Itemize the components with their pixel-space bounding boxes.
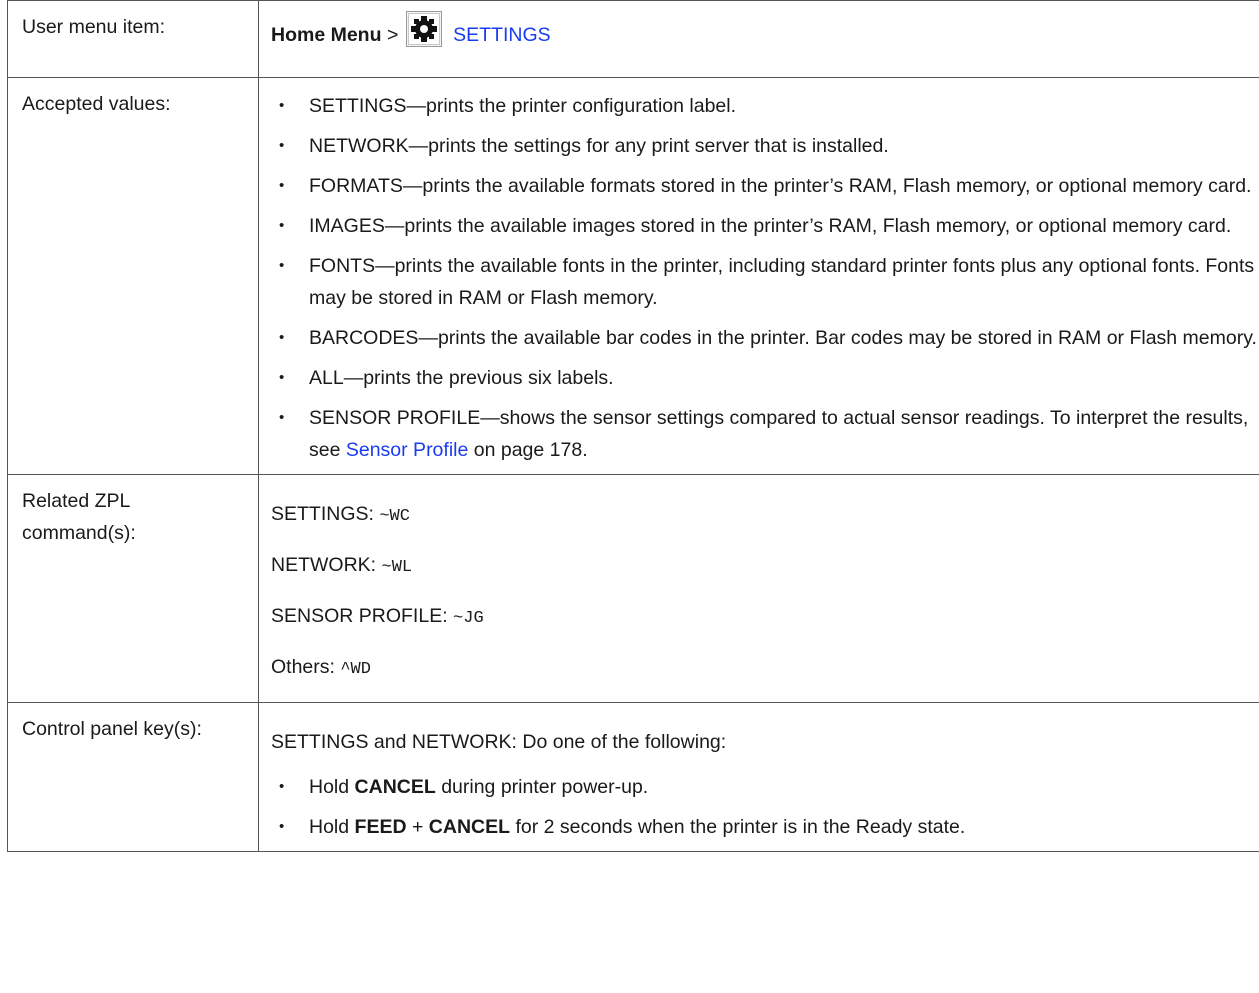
row-label: Related ZPL command(s):: [22, 490, 136, 544]
command-name: NETWORK:: [271, 554, 382, 576]
row-label-cell: Control panel key(s):: [7, 702, 259, 852]
key-name: CANCEL: [354, 776, 436, 798]
row-label: Accepted values:: [22, 93, 171, 115]
table-row-control-panel: Control panel key(s): SETTINGS and NETWO…: [7, 702, 1259, 852]
command-name: SENSOR PROFILE:: [271, 605, 454, 627]
table-row-user-menu: User menu item: Home Menu > SETTINGS: [7, 0, 1259, 78]
list-item: BARCODES—prints the available bar codes …: [271, 322, 1259, 354]
key-name: CANCEL: [428, 816, 511, 838]
item-text: for 2 seconds when the printer is in the…: [510, 816, 966, 838]
command-name: Others:: [271, 656, 341, 678]
command-name: SETTINGS:: [271, 503, 380, 525]
command-code: ~WL: [381, 558, 413, 577]
zpl-command-line: SENSOR PROFILE: ~JG: [271, 600, 1259, 635]
sensor-item-suffix: on page 178.: [468, 439, 588, 461]
accepted-values-list: SETTINGS—prints the printer configuratio…: [271, 90, 1259, 466]
settings-table: User menu item: Home Menu > SETTINGS Acc…: [7, 0, 1259, 852]
gear-icon: [405, 11, 442, 47]
row-label: Control panel key(s):: [22, 718, 202, 740]
item-text: during printer power-up.: [435, 776, 649, 798]
list-item: SETTINGS—prints the printer configuratio…: [271, 90, 1259, 122]
list-item: Hold FEED + CANCEL for 2 seconds when th…: [271, 811, 1259, 843]
key-name: FEED: [354, 816, 407, 838]
zpl-command-line: SETTINGS: ~WC: [271, 498, 1259, 533]
item-text: Hold: [309, 816, 355, 838]
row-value-cell: SETTINGS—prints the printer configuratio…: [258, 77, 1259, 475]
list-item: FORMATS—prints the available formats sto…: [271, 170, 1259, 202]
control-panel-list: Hold CANCEL during printer power-up. Hol…: [271, 771, 1259, 843]
list-item: ALL—prints the previous six labels.: [271, 362, 1259, 394]
zpl-command-line: NETWORK: ~WL: [271, 549, 1259, 584]
list-item: NETWORK—prints the settings for any prin…: [271, 130, 1259, 162]
menu-separator: >: [386, 24, 399, 46]
control-panel-intro: SETTINGS and NETWORK: Do one of the foll…: [271, 731, 727, 753]
home-menu-label: Home Menu: [271, 24, 382, 46]
row-label-cell: User menu item:: [7, 0, 259, 78]
list-item: IMAGES—prints the available images store…: [271, 210, 1259, 242]
row-value-cell: SETTINGS: ~WC NETWORK: ~WL SENSOR PROFIL…: [258, 474, 1259, 703]
row-label-cell: Accepted values:: [7, 77, 259, 475]
item-text: +: [406, 816, 429, 838]
command-code: ~WC: [379, 507, 410, 526]
row-value-cell: SETTINGS and NETWORK: Do one of the foll…: [258, 702, 1259, 852]
zpl-command-line: Others: ^WD: [271, 651, 1259, 686]
list-item: FONTS—prints the available fonts in the …: [271, 250, 1259, 314]
table-row-accepted-values: Accepted values: SETTINGS—prints the pri…: [7, 77, 1259, 475]
command-code: ~JG: [453, 609, 484, 628]
sensor-profile-link[interactable]: Sensor Profile: [346, 439, 468, 461]
menu-path: Home Menu > SETTINGS: [271, 11, 1259, 55]
row-label-cell: Related ZPL command(s):: [7, 474, 259, 703]
settings-link[interactable]: SETTINGS: [453, 24, 551, 46]
list-item: Hold CANCEL during printer power-up.: [271, 771, 1259, 803]
command-code: ^WD: [340, 660, 371, 679]
table-row-zpl-commands: Related ZPL command(s): SETTINGS: ~WC NE…: [7, 474, 1259, 703]
list-item-sensor-profile: SENSOR PROFILE—shows the sensor settings…: [271, 402, 1259, 466]
row-value-cell: Home Menu > SETTINGS: [258, 0, 1259, 78]
item-text: Hold: [309, 776, 355, 798]
row-label: User menu item:: [22, 16, 166, 38]
